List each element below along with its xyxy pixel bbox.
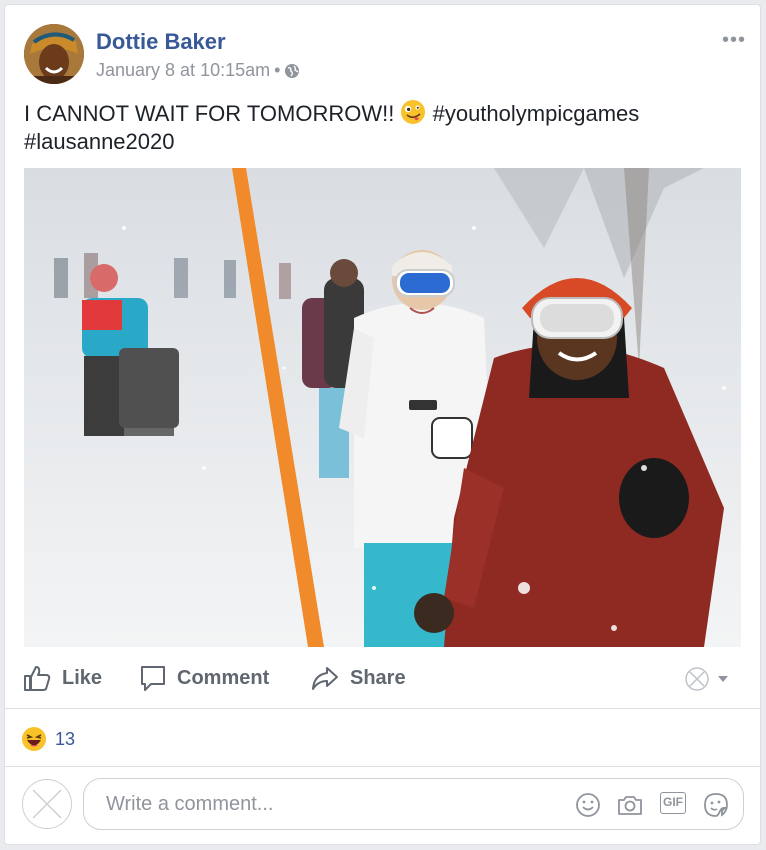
- action-bar: Like Comment Share: [5, 647, 760, 709]
- share-arrow-icon: [312, 667, 338, 690]
- chevron-down-icon: [718, 676, 728, 682]
- like-button[interactable]: Like: [22, 663, 102, 693]
- post-photo[interactable]: [24, 168, 741, 647]
- post-meta: January 8 at 10:15am •: [96, 60, 300, 81]
- camera-icon[interactable]: [616, 791, 644, 819]
- comment-label: Comment: [177, 666, 270, 689]
- comment-input[interactable]: Write a comment... GIF: [83, 778, 744, 830]
- zany-face-emoji-icon: [401, 100, 426, 124]
- avatar-image: [24, 24, 84, 84]
- reaction-count[interactable]: 13: [55, 729, 75, 750]
- thumbs-up-icon: [24, 666, 51, 691]
- post-text: I CANNOT WAIT FOR TOMORROW!! #youtholymp…: [24, 99, 744, 156]
- author-name[interactable]: Dottie Baker: [96, 29, 226, 55]
- comment-placeholder: Write a comment...: [106, 793, 274, 815]
- author-avatar[interactable]: [24, 24, 84, 84]
- like-label: Like: [62, 666, 103, 689]
- share-label: Share: [350, 666, 406, 689]
- photo-image: [24, 168, 741, 647]
- comment-bubble-icon: [141, 666, 165, 691]
- reactions-summary[interactable]: 13: [5, 709, 760, 767]
- post-card: Dottie Baker January 8 at 10:15am • ••• …: [4, 4, 761, 845]
- more-options-button[interactable]: •••: [722, 29, 746, 52]
- blank-avatar-icon: [32, 789, 62, 819]
- timestamp[interactable]: January 8 at 10:15am: [96, 60, 270, 81]
- comment-button[interactable]: Comment: [139, 663, 269, 693]
- laughing-emoji-icon: [22, 727, 46, 751]
- post-text-start: I CANNOT WAIT FOR TOMORROW!!: [24, 101, 395, 126]
- meta-separator: •: [274, 60, 281, 80]
- share-button[interactable]: Share: [310, 663, 406, 693]
- commenter-avatar: [22, 779, 72, 829]
- comment-composer: Write a comment... GIF: [5, 767, 760, 845]
- gif-icon[interactable]: GIF: [660, 792, 686, 814]
- sticker-icon[interactable]: [702, 791, 730, 819]
- audience-selector[interactable]: [685, 667, 729, 691]
- globe-icon[interactable]: [284, 63, 300, 79]
- blocked-avatar-icon: [685, 667, 709, 691]
- smiley-icon[interactable]: [574, 791, 602, 819]
